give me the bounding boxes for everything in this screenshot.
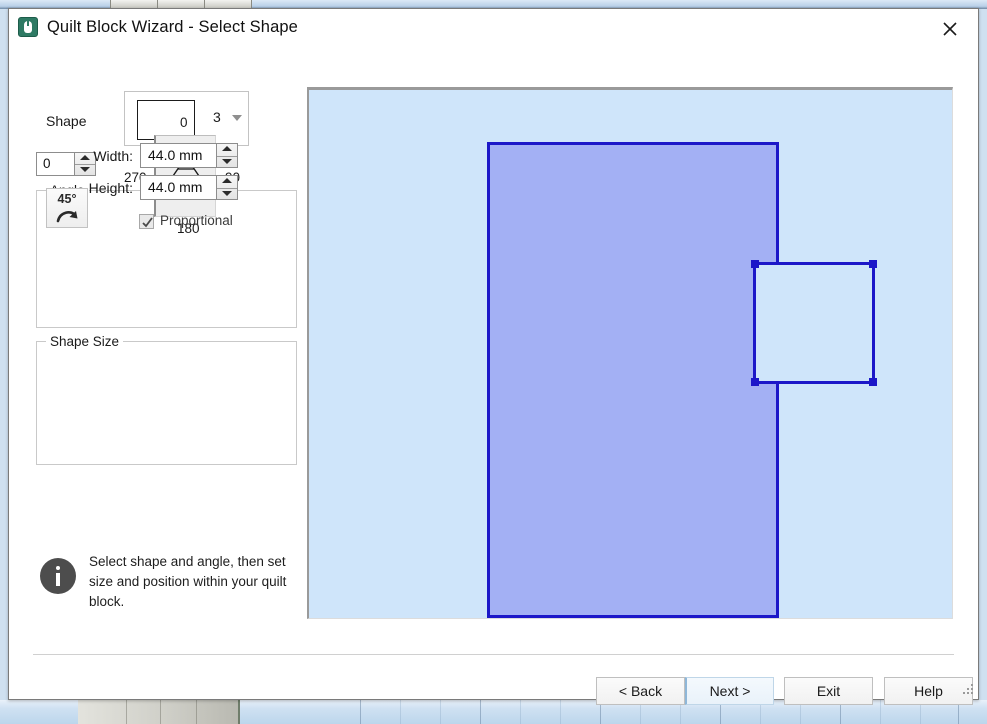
window-title: Quilt Block Wizard - Select Shape xyxy=(47,18,298,36)
rotate-clockwise-icon xyxy=(56,211,78,223)
shape-size-group: Shape Size xyxy=(36,334,297,465)
checkmark-icon xyxy=(142,217,153,228)
quilt-app-icon xyxy=(18,17,38,37)
title-bar: Quilt Block Wizard - Select Shape xyxy=(9,9,978,47)
footer-divider xyxy=(33,654,954,655)
spinner-down-icon xyxy=(222,158,232,164)
spinner-up-icon xyxy=(222,178,232,183)
width-label: Width: xyxy=(93,148,133,164)
background-tab xyxy=(110,0,158,8)
background-toolpanel xyxy=(78,700,240,724)
shape-label: Shape xyxy=(46,113,87,129)
quilt-block-rectangle[interactable] xyxy=(487,142,877,618)
shape-size-group-title: Shape Size xyxy=(46,334,124,349)
spinner-up-icon xyxy=(222,146,232,151)
exit-button[interactable]: Exit xyxy=(784,677,873,705)
proportional-label: Proportional xyxy=(160,213,233,228)
resize-grip[interactable] xyxy=(962,684,974,696)
next-button[interactable]: Next > xyxy=(685,677,774,705)
chevron-down-icon[interactable] xyxy=(232,115,242,121)
width-spinner[interactable] xyxy=(216,144,237,167)
close-button[interactable] xyxy=(928,13,972,43)
selected-shape[interactable] xyxy=(751,260,877,386)
proportional-checkbox[interactable] xyxy=(139,214,154,229)
close-icon xyxy=(943,22,957,36)
shape-value: 3 xyxy=(213,109,221,125)
height-spinner[interactable] xyxy=(216,176,237,199)
spinner-down-button[interactable] xyxy=(75,164,95,176)
spinner-up-button[interactable] xyxy=(217,144,237,156)
spinner-up-button[interactable] xyxy=(217,176,237,188)
info-text: Select shape and angle, then set size an… xyxy=(89,554,287,609)
resize-handle-top-right[interactable] xyxy=(869,260,877,268)
resize-handle-top-left[interactable] xyxy=(751,260,759,268)
spinner-down-button[interactable] xyxy=(217,187,237,201)
resize-handle-bottom-left[interactable] xyxy=(751,378,759,386)
height-label: Height: xyxy=(88,180,133,196)
info-icon xyxy=(40,558,76,594)
resize-handle-bottom-right[interactable] xyxy=(869,378,877,386)
angle-dial-label-top: 0 xyxy=(180,115,188,130)
quilt-preview-canvas[interactable] xyxy=(307,87,953,619)
back-button[interactable]: < Back xyxy=(596,677,685,705)
background-tab xyxy=(204,0,252,8)
background-tab xyxy=(157,0,205,8)
spinner-down-icon xyxy=(80,167,90,172)
angle-value: 0 xyxy=(43,156,51,171)
spinner-down-icon xyxy=(222,190,232,196)
left-controls-column: Shape 3 Angle 0 45° xyxy=(9,47,305,659)
spinner-down-button[interactable] xyxy=(217,155,237,169)
height-input[interactable]: 44.0 mm xyxy=(140,175,238,200)
height-value: 44.0 mm xyxy=(148,179,203,195)
help-button[interactable]: Help xyxy=(884,677,973,705)
dialog-content: Shape 3 Angle 0 45° xyxy=(9,47,978,659)
quilt-block-wizard-dialog: Quilt Block Wizard - Select Shape Shape … xyxy=(8,8,979,705)
width-input[interactable]: 44.0 mm xyxy=(140,143,238,168)
width-value: 44.0 mm xyxy=(148,147,203,163)
